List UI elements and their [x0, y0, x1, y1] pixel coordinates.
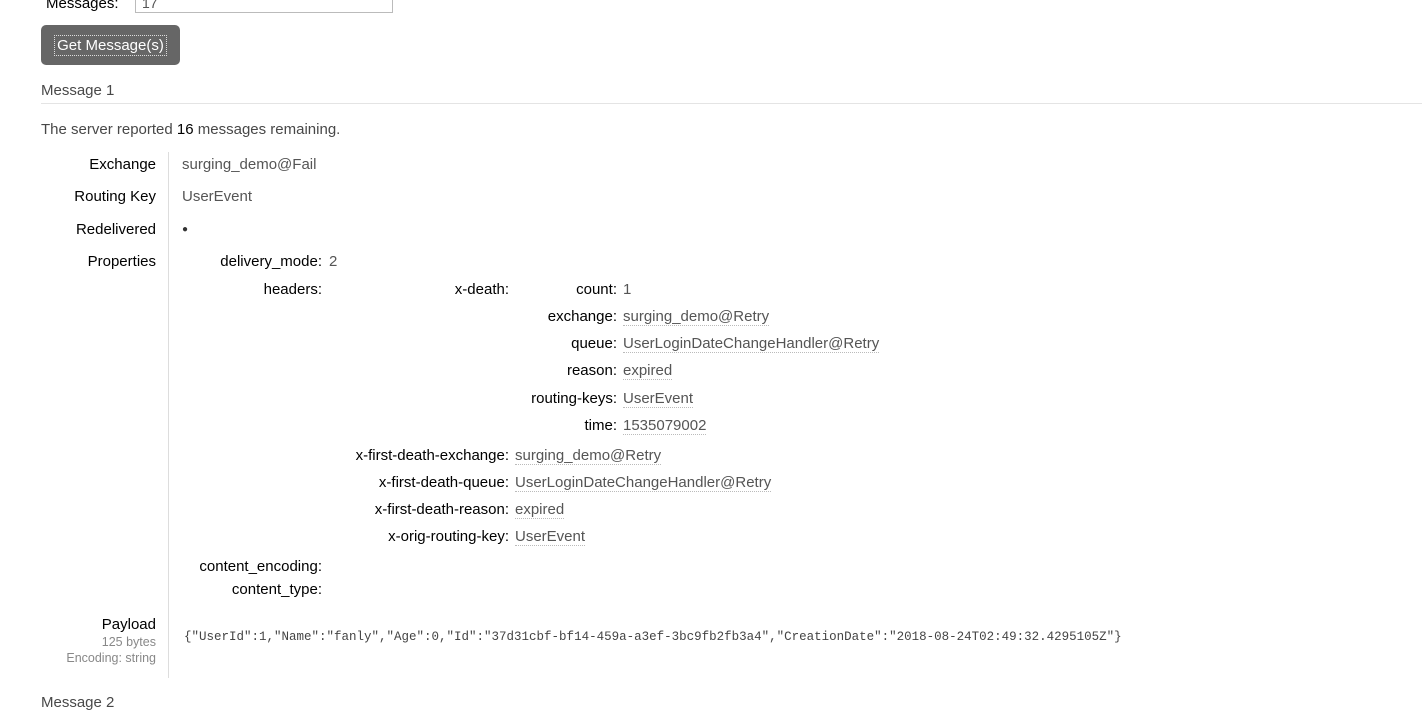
- x-first-death-queue-value: UserLoginDateChangeHandler@Retry: [515, 474, 772, 492]
- messages-count-input[interactable]: [135, 0, 393, 13]
- x-orig-routing-key-value: UserEvent: [515, 528, 586, 546]
- payload-size: 125 bytes: [101, 635, 156, 649]
- remaining-count: 16: [176, 121, 194, 138]
- headers-label: headers:: [263, 281, 322, 298]
- get-messages-button[interactable]: Get Message(s): [41, 25, 180, 65]
- delivery-mode-label: delivery_mode:: [220, 253, 322, 270]
- redelivered-indicator: ●: [182, 224, 189, 235]
- x-death-time-label: time:: [584, 417, 617, 434]
- content-encoding-label: content_encoding:: [199, 558, 322, 575]
- x-first-death-reason-value: expired: [515, 501, 565, 519]
- routing-key-value: UserEvent: [182, 188, 253, 205]
- x-death-queue-label: queue:: [571, 335, 617, 352]
- payload-encoding: Encoding: string: [66, 651, 156, 665]
- messages-label: Messages:: [46, 0, 119, 12]
- x-first-death-exchange-value: surging_demo@Retry: [515, 447, 662, 465]
- x-death-routing-keys-value: UserEvent: [623, 390, 694, 408]
- x-orig-routing-key-label: x-orig-routing-key:: [388, 528, 509, 545]
- remaining-prefix: The server reported: [41, 121, 173, 138]
- x-death-queue-value: UserLoginDateChangeHandler@Retry: [623, 335, 880, 353]
- x-first-death-exchange-label: x-first-death-exchange:: [355, 447, 509, 464]
- exchange-value: surging_demo@Fail: [182, 156, 317, 173]
- payload-label: Payload: [101, 616, 156, 633]
- properties-label: Properties: [87, 253, 156, 270]
- x-death-time-value: 1535079002: [623, 417, 707, 435]
- x-death-reason-value: expired: [623, 362, 673, 380]
- x-death-count-value: 1: [623, 281, 632, 298]
- x-death-count-label: count:: [576, 281, 617, 298]
- message-1-heading: Message 1: [41, 82, 115, 99]
- delivery-mode-value: 2: [329, 253, 338, 270]
- content-type-label: content_type:: [231, 581, 322, 598]
- redelivered-label: Redelivered: [75, 221, 156, 238]
- remaining-messages-text: The server reported 16 messages remainin…: [41, 121, 340, 138]
- routing-key-label: Routing Key: [74, 188, 156, 205]
- x-death-routing-keys-label: routing-keys:: [531, 390, 617, 407]
- key-value-divider: [168, 152, 169, 678]
- x-death-exchange-label: exchange:: [547, 308, 617, 325]
- get-messages-button-label: Get Message(s): [54, 34, 167, 56]
- payload-body: {"UserId":1,"Name":"fanly","Age":0,"Id":…: [184, 630, 1122, 644]
- x-death-reason-label: reason:: [566, 362, 617, 379]
- remaining-suffix: messages remaining.: [197, 121, 341, 138]
- x-first-death-queue-label: x-first-death-queue:: [378, 474, 509, 491]
- x-first-death-reason-label: x-first-death-reason:: [374, 501, 509, 518]
- heading-divider: [41, 103, 1422, 104]
- exchange-label: Exchange: [89, 156, 156, 173]
- x-death-exchange-value: surging_demo@Retry: [623, 308, 770, 326]
